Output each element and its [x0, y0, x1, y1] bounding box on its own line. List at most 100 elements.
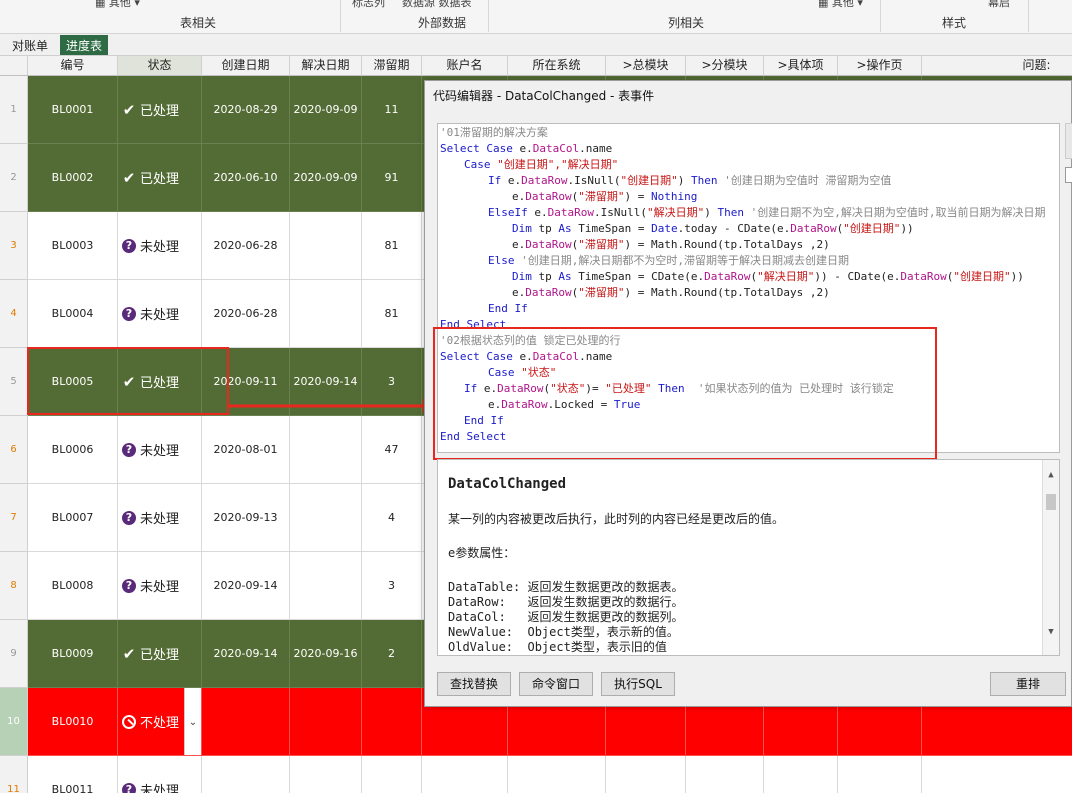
code-token: "已处理"	[605, 382, 652, 395]
ribbon-curtain-button[interactable]: 幕启	[988, 0, 1010, 9]
cell-resolved[interactable]: 2020-09-09	[290, 76, 362, 144]
column-header[interactable]: 问题:	[922, 56, 1072, 76]
cell-status[interactable]: ? 未处理	[118, 756, 202, 793]
cell-status[interactable]: ✔ 已处理	[118, 348, 202, 416]
cell-resolved[interactable]	[290, 280, 362, 348]
column-header[interactable]: >具体项	[764, 56, 838, 76]
ribbon-other-button[interactable]: ▦ 其他 ▾	[95, 0, 140, 9]
cell-created[interactable]: 2020-06-28	[202, 280, 290, 348]
cell-created[interactable]: 2020-09-14	[202, 620, 290, 688]
cell-resolved[interactable]	[290, 552, 362, 620]
cell-status[interactable]: ? 未处理	[118, 416, 202, 484]
cell-status[interactable]: ✔ 已处理	[118, 76, 202, 144]
cell-empty[interactable]	[922, 756, 1072, 793]
find-replace-button[interactable]: 查找替换	[437, 672, 511, 696]
reformat-button[interactable]: 重排	[990, 672, 1066, 696]
code-token: e.	[534, 206, 548, 219]
ribbon-other2-button[interactable]: ▦ 其他 ▾	[818, 0, 863, 9]
cell-id[interactable]: BL0002	[28, 144, 118, 212]
column-header[interactable]: 状态	[118, 56, 202, 76]
column-header[interactable]: 编号	[28, 56, 118, 76]
scroll-thumb[interactable]	[1046, 494, 1056, 510]
code-token: "滞留期"	[578, 190, 625, 203]
chevron-down-icon[interactable]: ▼	[1043, 627, 1059, 639]
cell-resolved[interactable]	[290, 756, 362, 793]
column-header[interactable]: >分模块	[686, 56, 764, 76]
code-editor[interactable]: '01滞留期的解决方案 Select Case e.DataCol.name Cas…	[437, 123, 1060, 453]
command-window-button[interactable]: 命令窗口	[519, 672, 593, 696]
column-header[interactable]: 解决日期	[290, 56, 362, 76]
cell-days[interactable]: 3	[362, 552, 422, 620]
cell-created[interactable]	[202, 688, 290, 756]
cell-status[interactable]: ? 未处理	[118, 212, 202, 280]
cell-days[interactable]	[362, 688, 422, 756]
cell-id[interactable]: BL0003	[28, 212, 118, 280]
execute-sql-button[interactable]: 执行SQL	[601, 672, 675, 696]
cell-created[interactable]: 2020-08-01	[202, 416, 290, 484]
table-row[interactable]: 11 BL0011? 未处理	[0, 756, 1072, 793]
cell-created[interactable]: 2020-09-13	[202, 484, 290, 552]
cell-days[interactable]: 81	[362, 212, 422, 280]
cell-status[interactable]: ? 未处理	[118, 484, 202, 552]
column-header[interactable]: >总模块	[606, 56, 686, 76]
cell-status[interactable]: ? 未处理	[118, 280, 202, 348]
cell-status[interactable]: 不处理 ⌄	[118, 688, 202, 756]
tab-statement[interactable]: 对账单	[6, 35, 54, 55]
cell-id[interactable]: BL0005	[28, 348, 118, 416]
cell-id[interactable]: BL0009	[28, 620, 118, 688]
cell-days[interactable]: 11	[362, 76, 422, 144]
column-header[interactable]: 账户名	[422, 56, 508, 76]
cell-resolved[interactable]	[290, 484, 362, 552]
cell-status[interactable]: ? 未处理	[118, 552, 202, 620]
cell-days[interactable]: 3	[362, 348, 422, 416]
cell-resolved[interactable]: 2020-09-14	[290, 348, 362, 416]
tab-progress[interactable]: 进度表	[60, 35, 109, 55]
cell-id[interactable]: BL0010	[28, 688, 118, 756]
cell-days[interactable]: 91	[362, 144, 422, 212]
code-scrollbar[interactable]	[1065, 123, 1072, 159]
cell-resolved[interactable]: 2020-09-09	[290, 144, 362, 212]
cell-created[interactable]: 2020-06-10	[202, 144, 290, 212]
cell-created[interactable]: 2020-09-14	[202, 552, 290, 620]
cell-empty[interactable]	[422, 756, 508, 793]
column-header[interactable]: 创建日期	[202, 56, 290, 76]
chevron-down-icon[interactable]: ⌄	[184, 688, 201, 755]
cell-resolved[interactable]	[290, 688, 362, 756]
cell-empty[interactable]	[838, 756, 922, 793]
ribbon-flag-col-button[interactable]: 标志列	[352, 0, 385, 9]
cell-id[interactable]: BL0007	[28, 484, 118, 552]
cell-id[interactable]: BL0006	[28, 416, 118, 484]
code-line: End If	[488, 301, 528, 317]
scroll-up-icon[interactable]: ▲	[1043, 470, 1059, 482]
cell-id[interactable]: BL0001	[28, 76, 118, 144]
cell-days[interactable]: 47	[362, 416, 422, 484]
cell-days[interactable]: 4	[362, 484, 422, 552]
cell-empty[interactable]	[606, 756, 686, 793]
cell-created[interactable]: 2020-08-29	[202, 76, 290, 144]
cell-id[interactable]: BL0011	[28, 756, 118, 793]
cell-status[interactable]: ✔ 已处理	[118, 620, 202, 688]
cell-id[interactable]: BL0008	[28, 552, 118, 620]
cell-created[interactable]: 2020-09-11	[202, 348, 290, 416]
code-scrollbar-thumb[interactable]	[1065, 167, 1072, 183]
column-header[interactable]: 所在系统	[508, 56, 606, 76]
cell-empty[interactable]	[764, 756, 838, 793]
cell-created[interactable]	[202, 756, 290, 793]
cell-resolved[interactable]	[290, 212, 362, 280]
ribbon-datasource-button[interactable]: 数据源 数据表	[402, 0, 472, 9]
column-header[interactable]: >操作页	[838, 56, 922, 76]
help-scrollbar[interactable]: ▲ ▼	[1042, 460, 1059, 655]
cell-empty[interactable]	[686, 756, 764, 793]
cell-id[interactable]: BL0004	[28, 280, 118, 348]
cell-resolved[interactable]: 2020-09-16	[290, 620, 362, 688]
cell-created[interactable]: 2020-06-28	[202, 212, 290, 280]
cell-status[interactable]: ✔ 已处理	[118, 144, 202, 212]
cell-days[interactable]	[362, 756, 422, 793]
cell-empty[interactable]	[508, 756, 606, 793]
table-icon: ▦	[818, 0, 829, 9]
column-header[interactable]: 滞留期	[362, 56, 422, 76]
cell-resolved[interactable]	[290, 416, 362, 484]
cell-days[interactable]: 81	[362, 280, 422, 348]
cell-days[interactable]: 2	[362, 620, 422, 688]
